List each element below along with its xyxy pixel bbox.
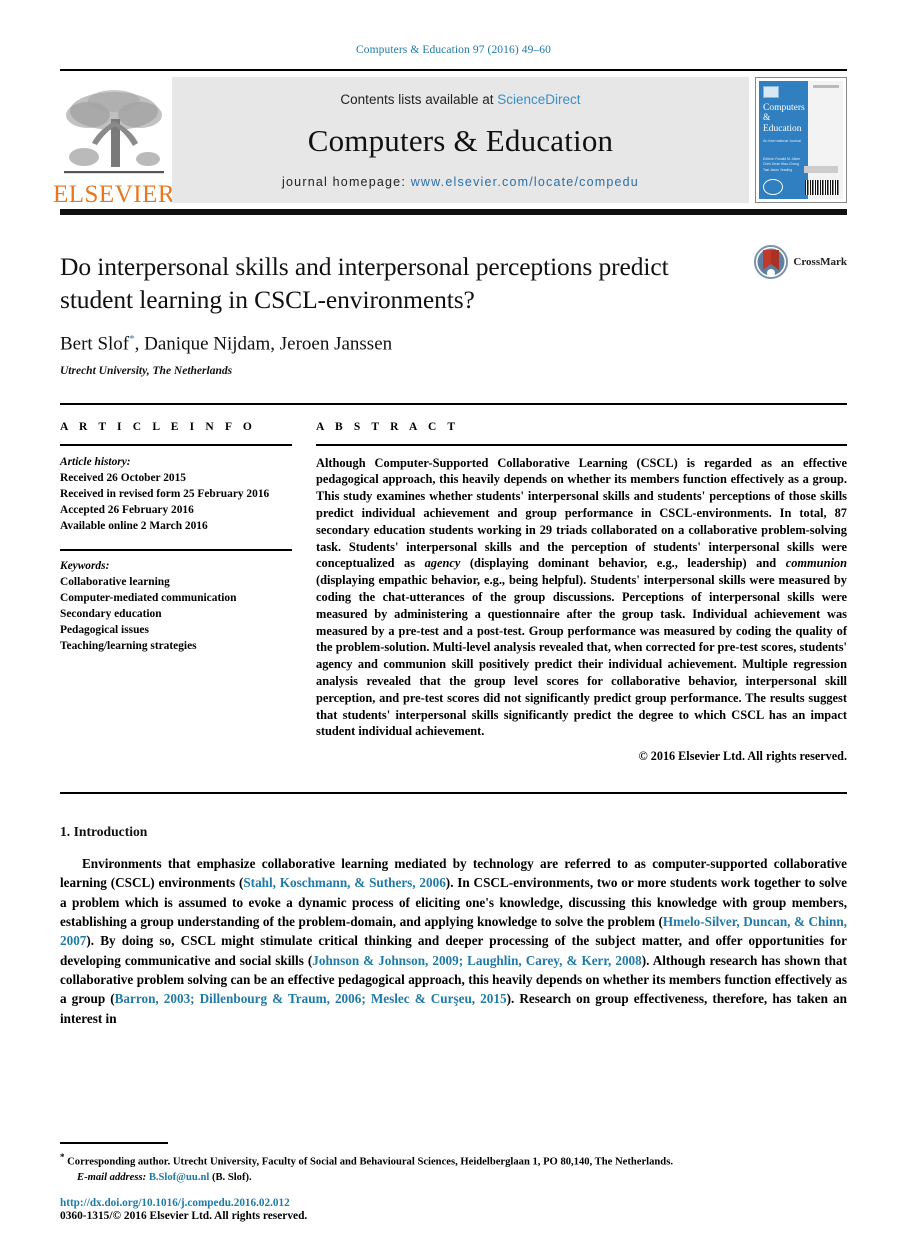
cover-title-line3: Education bbox=[763, 124, 802, 135]
cover-imprint-block bbox=[803, 166, 838, 173]
abstract-heading: A B S T R A C T bbox=[316, 420, 460, 433]
elsevier-wordmark: ELSEVIER bbox=[52, 181, 176, 208]
masthead-wrapper: ELSEVIER Contents lists available at Sci… bbox=[53, 69, 847, 215]
keywords-block: Keywords: Collaborative learning Compute… bbox=[60, 548, 292, 655]
abstract-text: Although Computer-Supported Collaborativ… bbox=[316, 455, 847, 741]
keyword-item: Computer-mediated communication bbox=[60, 591, 237, 604]
cover-subtitle: An International Journal bbox=[763, 139, 801, 144]
cover-publisher-icon bbox=[763, 86, 779, 98]
corresponding-author-note: * Corresponding author. Utrecht Universi… bbox=[60, 1151, 847, 1170]
cover-right-panel bbox=[803, 81, 843, 199]
cover-inner: Computers & Education An International J… bbox=[759, 81, 843, 199]
doi-link[interactable]: http://dx.doi.org/10.1016/j.compedu.2016… bbox=[60, 1197, 307, 1209]
author-first: Bert Slof bbox=[60, 333, 130, 355]
article-history-block: Article history: Received 26 October 201… bbox=[60, 454, 292, 535]
journal-homepage-line: journal homepage: www.elsevier.com/locat… bbox=[282, 175, 639, 189]
cover-left-panel: Computers & Education An International J… bbox=[759, 81, 808, 199]
article-info-rule bbox=[60, 443, 292, 446]
history-item: Accepted 26 February 2016 bbox=[60, 504, 194, 517]
section-heading-introduction: 1. Introduction bbox=[60, 824, 148, 840]
cover-title-line1: Computers bbox=[763, 102, 805, 113]
author-list: Bert Slof*, Danique Nijdam, Jeroen Janss… bbox=[60, 333, 847, 355]
contents-prefix: Contents lists available at bbox=[340, 91, 494, 107]
info-abstract-columns: A R T I C L E I N F O Article history: R… bbox=[60, 421, 847, 765]
affiliation: Utrecht University, The Netherlands bbox=[60, 364, 233, 377]
citation-link[interactable]: Barron, 2003; Dillenbourg & Traum, 2006;… bbox=[115, 991, 507, 1006]
crossmark-badge[interactable]: CrossMark bbox=[754, 245, 847, 279]
email-note: E-mail address: B.Slof@uu.nl (B. Slof). bbox=[77, 1170, 847, 1186]
elsevier-logo: ELSEVIER bbox=[53, 71, 175, 209]
author-rest: , Danique Nijdam, Jeroen Janssen bbox=[134, 333, 393, 355]
cover-issue-line bbox=[812, 85, 839, 88]
history-item: Received in revised form 25 February 201… bbox=[60, 487, 270, 500]
title-block: CrossMark Do interpersonal skills and in… bbox=[60, 245, 847, 377]
footnote-rule bbox=[60, 1141, 168, 1144]
cover-editors: Editors: Ronald M. Aiken Chris Dede Wan-… bbox=[763, 157, 801, 172]
homepage-url-link[interactable]: www.elsevier.com/locate/compedu bbox=[411, 175, 639, 189]
keywords-list: Keywords: Collaborative learning Compute… bbox=[60, 558, 292, 655]
page-title: Do interpersonal skills and interpersona… bbox=[60, 252, 669, 314]
introduction-section: 1. Introduction Environments that emphas… bbox=[60, 824, 847, 1028]
sciencedirect-link[interactable]: ScienceDirect bbox=[497, 92, 580, 107]
cover-title-line2: & bbox=[763, 113, 771, 124]
article-info-column: A R T I C L E I N F O Article history: R… bbox=[60, 421, 292, 765]
info-section-top-rule bbox=[60, 402, 847, 405]
introduction-paragraph: Environments that emphasize collaborativ… bbox=[60, 854, 847, 1028]
doi-block: http://dx.doi.org/10.1016/j.compedu.2016… bbox=[60, 1197, 307, 1222]
keyword-item: Secondary education bbox=[60, 608, 162, 621]
barcode-icon bbox=[804, 180, 839, 195]
footnote-block: * Corresponding author. Utrecht Universi… bbox=[60, 1141, 847, 1186]
email-suffix: (B. Slof). bbox=[209, 1172, 252, 1184]
abstract-copyright: © 2016 Elsevier Ltd. All rights reserved… bbox=[638, 749, 847, 764]
keyword-item: Collaborative learning bbox=[60, 575, 170, 588]
email-label: E-mail address: bbox=[77, 1172, 147, 1184]
contents-available-line: Contents lists available at ScienceDirec… bbox=[340, 92, 580, 107]
elsevier-tree-icon bbox=[64, 90, 164, 174]
abstract-bottom-rule bbox=[60, 792, 847, 795]
abstract-rule bbox=[316, 443, 847, 446]
abstract-part-3: (displaying empathic behavior, e.g., bei… bbox=[316, 573, 847, 739]
issn-copyright-line: 0360-1315/© 2016 Elsevier Ltd. All right… bbox=[60, 1210, 308, 1222]
cover-seal-icon bbox=[763, 178, 783, 195]
article-info-heading: A R T I C L E I N F O bbox=[60, 420, 256, 433]
keywords-rule bbox=[60, 548, 292, 551]
masthead: ELSEVIER Contents lists available at Sci… bbox=[53, 71, 847, 209]
abstract-part-2: (displaying dominant behavior, e.g., lea… bbox=[460, 556, 786, 571]
crossmark-label: CrossMark bbox=[793, 256, 847, 268]
article-history-label: Article history: bbox=[60, 455, 131, 468]
citation-link[interactable]: Johnson & Johnson, 2009; Laughlin, Carey… bbox=[312, 953, 641, 968]
homepage-prefix: journal homepage: bbox=[282, 174, 406, 189]
keywords-label: Keywords: bbox=[60, 559, 110, 572]
journal-cover-thumbnail[interactable]: Computers & Education An International J… bbox=[755, 77, 847, 203]
abstract-emphasis-agency: agency bbox=[424, 556, 461, 571]
abstract-part-1: Although Computer-Supported Collaborativ… bbox=[316, 455, 847, 571]
keyword-item: Teaching/learning strategies bbox=[60, 640, 197, 653]
masthead-center-panel: Contents lists available at ScienceDirec… bbox=[172, 77, 749, 203]
history-item: Received 26 October 2015 bbox=[60, 471, 187, 484]
running-head: Computers & Education 97 (2016) 49–60 bbox=[355, 44, 552, 56]
keyword-item: Pedagogical issues bbox=[60, 624, 149, 637]
crossmark-icon bbox=[754, 245, 789, 279]
citation-link[interactable]: Stahl, Koschmann, & Suthers, 2006 bbox=[243, 875, 445, 890]
corresponding-author-text: Corresponding author. Utrecht University… bbox=[64, 1156, 673, 1168]
email-link[interactable]: B.Slof@uu.nl bbox=[149, 1172, 210, 1183]
abstract-column: A B S T R A C T Although Computer-Suppor… bbox=[316, 421, 847, 765]
masthead-bottom-rule bbox=[60, 209, 847, 215]
abstract-emphasis-communion: communion bbox=[785, 556, 847, 571]
paper-page: Computers & Education 97 (2016) 49–60 EL… bbox=[0, 0, 907, 1238]
history-item: Available online 2 March 2016 bbox=[60, 520, 208, 533]
journal-title: Computers & Education bbox=[307, 122, 614, 158]
